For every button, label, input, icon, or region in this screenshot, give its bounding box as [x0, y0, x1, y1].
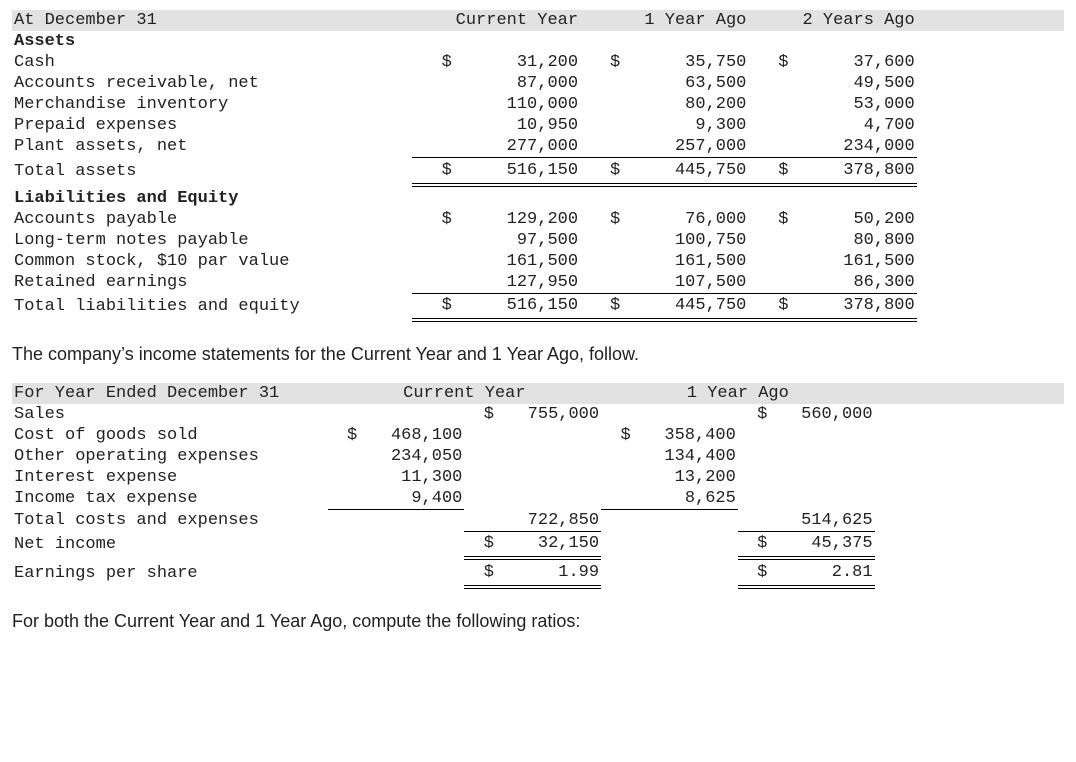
table-row: Income tax expense 9,400 8,625 — [12, 488, 1064, 510]
table-row: Long-term notes payable 97,500 100,750 8… — [12, 230, 1064, 251]
is-col2: 1 Year Ago — [601, 383, 874, 404]
table-row: Plant assets, net 277,000 257,000 234,00… — [12, 136, 1064, 158]
liab-heading: Liabilities and Equity — [12, 185, 412, 209]
total-liab-row: Total liabilities and equity $ 516,150 $… — [12, 293, 1064, 320]
is-header-label: For Year Ended December 31 — [12, 383, 328, 404]
table-row: Common stock, $10 par value 161,500 161,… — [12, 251, 1064, 272]
table-row: Cost of goods sold $ 468,100 $ 358,400 — [12, 425, 1064, 446]
table-row: Other operating expenses 234,050 134,400 — [12, 446, 1064, 467]
table-row: Accounts payable $ 129,200 $ 76,000 $ 50… — [12, 209, 1064, 230]
table-row: Cash $ 31,200 $ 35,750 $ 37,600 — [12, 52, 1064, 73]
bs-col2: 1 Year Ago — [580, 10, 748, 31]
totals-row: Total costs and expenses 722,850 514,625 — [12, 510, 1064, 532]
table-row: Interest expense 11,300 13,200 — [12, 467, 1064, 488]
narrative-1: The company’s income statements for the … — [12, 344, 1064, 365]
balance-sheet-table: At December 31 Current Year 1 Year Ago 2… — [12, 10, 1064, 322]
table-row: Accounts receivable, net 87,000 63,500 4… — [12, 73, 1064, 94]
income-statement-table: For Year Ended December 31 Current Year … — [12, 383, 1064, 589]
is-col1: Current Year — [328, 383, 601, 404]
table-row: Retained earnings 127,950 107,500 86,300 — [12, 272, 1064, 294]
bs-col1: Current Year — [412, 10, 580, 31]
table-row: Prepaid expenses 10,950 9,300 4,700 — [12, 115, 1064, 136]
net-income-row: Net income $ 32,150 $ 45,375 — [12, 531, 1064, 558]
table-row: Merchandise inventory 110,000 80,200 53,… — [12, 94, 1064, 115]
assets-heading: Assets — [12, 31, 412, 52]
bs-header-label: At December 31 — [12, 10, 412, 31]
bs-col3: 2 Years Ago — [748, 10, 916, 31]
sales-row: Sales $ 755,000 $ 560,000 — [12, 404, 1064, 425]
narrative-2: For both the Current Year and 1 Year Ago… — [12, 611, 1064, 632]
total-assets-row: Total assets $ 516,150 $ 445,750 $ 378,8… — [12, 158, 1064, 185]
eps-row: Earnings per share $ 1.99 $ 2.81 — [12, 558, 1064, 587]
